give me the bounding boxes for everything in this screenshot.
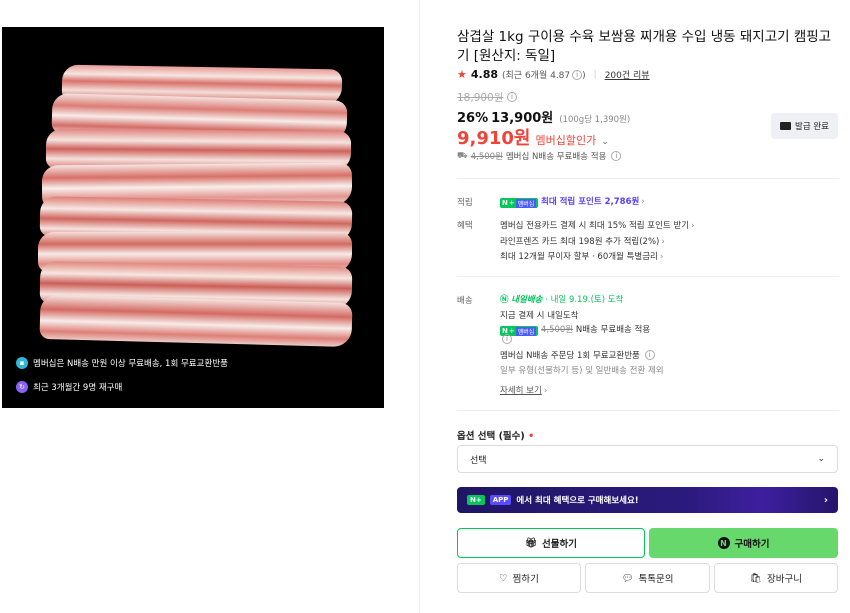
app-banner[interactable]: N+ APP 에서 최대 혜택으로 구매해보세요! ›	[457, 487, 838, 513]
app-tag: APP	[489, 495, 512, 505]
gift-icon: 🎁︎	[524, 537, 538, 549]
member-price-label: 멤버십할인가	[535, 134, 597, 147]
shipping-text: 멤버십 N배송 무료배송 적용	[505, 152, 607, 162]
cart-icon: 🛍︎	[749, 572, 763, 584]
wish-button[interactable]: ♡ 찜하기	[457, 563, 581, 593]
option-select-value: 선택	[470, 455, 487, 466]
delivery-label: 배송	[457, 296, 473, 306]
delivery-badge-text: 멤버십은 N배송 만원 이상 무료배송, 1회 무료교환반품	[33, 359, 228, 369]
info-icon-line: i	[500, 334, 512, 345]
exchange-line: 멤버십 N배송 주문당 1회 무료교환반품 i	[500, 349, 655, 361]
benefit-line[interactable]: 라인프렌즈 카드 최대 198원 추가 적립(2%) ›	[500, 235, 665, 247]
product-image[interactable]: ▪ 멤버십은 N배송 만원 이상 무료배송, 1회 무료교환반품 ↻ 최근 3개…	[2, 27, 384, 408]
buy-button[interactable]: N 구매하기	[649, 528, 838, 558]
chat-bubble-icon: 💬︎	[621, 572, 634, 584]
points-label: 적립	[457, 198, 473, 208]
member-price: 9,910원	[457, 128, 531, 149]
original-price: 18,900원	[457, 92, 504, 104]
npay-membership-badge: N + 멤버십	[500, 198, 539, 208]
option-select[interactable]: 선택 ⌄	[457, 445, 838, 473]
benefit-label: 혜택	[457, 221, 473, 231]
image-pane: ▪ 멤버십은 N배송 만원 이상 무료배송, 1회 무료교환반품 ↻ 최근 3개…	[0, 0, 420, 613]
rating-row: ★ 4.88 (최근 6개월 4.87 i) | 200건 리뷰	[457, 68, 650, 81]
wish-label: 찜하기	[512, 574, 539, 585]
rating-recent: (최근 6개월 4.87 i)	[502, 70, 586, 81]
rebuy-badge: ↻ 최근 3개월간 9명 재구매	[16, 381, 122, 393]
pay-now-line: 지금 결제 시 내일도착	[500, 311, 579, 321]
truck-icon: ▪	[16, 357, 28, 369]
cart-button[interactable]: 🛍︎ 장바구니	[714, 563, 838, 593]
member-price-row[interactable]: 9,910원 멤버십할인가 ⌄	[457, 124, 609, 150]
talk-button[interactable]: 💬︎ 톡톡문의	[585, 563, 710, 593]
delivery-tomorrow: Ⓝ 내일배송 · 내일 9.19.(토) 도착	[500, 293, 623, 305]
rebuy-icon: ↻	[16, 381, 28, 393]
buy-label: 구매하기	[734, 539, 770, 550]
benefit-line[interactable]: 최대 12개월 무이자 할부 · 60개월 특별금리 ›	[500, 250, 663, 262]
delivery-fee-text: N배송 무료배송 적용	[575, 325, 651, 335]
info-icon[interactable]: i	[572, 70, 583, 80]
heart-icon: ♡	[499, 572, 508, 584]
points-line[interactable]: N + 멤버십 최대 적립 포인트 2,786원 ›	[500, 195, 645, 208]
talk-label: 톡톡문의	[638, 574, 674, 585]
coupon-icon	[780, 122, 791, 130]
chevron-down-icon: ⌄	[601, 137, 609, 147]
benefit-line[interactable]: 멤버십 전용카드 결제 시 최대 15% 적립 포인트 받기 ›	[500, 219, 695, 231]
naver-n-icon: N	[717, 537, 730, 549]
more-link[interactable]: 자세히 보기 ›	[500, 384, 547, 396]
chevron-right-icon: ›	[641, 197, 645, 207]
gift-button[interactable]: 🎁︎ 선물하기	[457, 528, 645, 558]
chevron-right-icon: ›	[543, 386, 548, 396]
review-count-link[interactable]: 200건 리뷰	[605, 68, 650, 81]
rebuy-badge-text: 최근 3개월간 9명 재구매	[33, 383, 123, 393]
tomorrow-label: 내일배송	[511, 295, 543, 305]
meat-slice	[39, 294, 353, 348]
chevron-right-icon: ›	[691, 221, 695, 231]
info-icon[interactable]: i	[644, 350, 655, 360]
delivery-badge: ▪ 멤버십은 N배송 만원 이상 무료배송, 1회 무료교환반품	[16, 357, 228, 369]
info-icon[interactable]: i	[502, 334, 512, 344]
required-mark: •	[528, 431, 535, 442]
chevron-right-icon: ›	[659, 252, 664, 262]
app-banner-text: 에서 최대 혜택으로 구매해보세요!	[516, 496, 639, 506]
exclude-line: 일부 유형(선물하기 등) 및 일반배송 전환 제외	[500, 366, 664, 376]
product-title: 삼겹살 1kg 구이용 수육 보쌈용 찌개용 수입 냉동 돼지고기 캠핑고기 […	[457, 29, 832, 64]
npay-plus-tag: N+	[467, 495, 485, 505]
delivery-fee-line: N + 멤버십 4,500원 N배송 무료배송 적용	[500, 323, 650, 336]
arrival-date: · 내일 9.19.(토) 도착	[545, 295, 624, 305]
delivery-fee-strike: 4,500원	[541, 325, 574, 335]
coupon-label: 발급 완료	[795, 122, 829, 132]
points-text: 최대 적립 포인트 2,786원	[541, 197, 640, 207]
divider	[457, 410, 839, 411]
cart-label: 장바구니	[767, 574, 803, 585]
divider	[457, 276, 839, 277]
chevron-right-icon: ›	[823, 494, 828, 506]
truck-icon: ⛟	[457, 150, 468, 161]
option-label: 옵션 선택 (필수) •	[457, 431, 535, 442]
divider: |	[593, 69, 597, 80]
chevron-down-icon: ⌄	[817, 454, 825, 464]
chevron-right-icon: ›	[661, 237, 665, 247]
star-icon: ★	[457, 68, 467, 81]
divider	[457, 178, 839, 179]
info-icon[interactable]: i	[611, 151, 622, 161]
coupon-button[interactable]: 발급 완료	[771, 113, 838, 139]
gift-label: 선물하기	[542, 539, 578, 550]
shipping-fee-strike: 4,500원	[470, 152, 503, 162]
shipping-row: ⛟ 4,500원 멤버십 N배송 무료배송 적용 i	[457, 150, 622, 162]
tomorrow-delivery-icon: Ⓝ	[500, 295, 509, 305]
price-info-icon[interactable]: i	[507, 92, 517, 102]
rating-score: 4.88	[470, 68, 499, 81]
